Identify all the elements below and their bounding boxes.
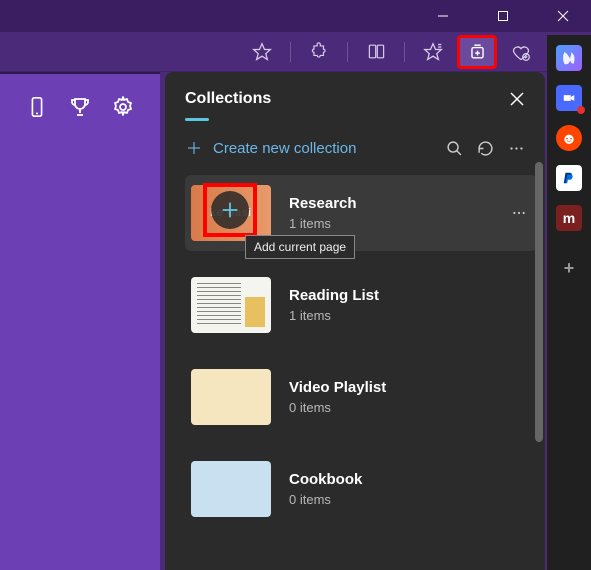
collection-title: Cookbook: [289, 471, 531, 488]
favorite-star-button[interactable]: [242, 35, 282, 69]
plus-icon: [185, 139, 203, 157]
video-call-button[interactable]: [556, 85, 582, 111]
toolbar-divider: [404, 42, 405, 62]
trophy-icon[interactable]: [67, 94, 92, 120]
reddit-shortcut[interactable]: [556, 125, 582, 151]
paypal-shortcut[interactable]: [556, 165, 582, 191]
mobile-icon[interactable]: [24, 94, 49, 120]
create-collection-button[interactable]: Create new collection: [185, 139, 356, 157]
collection-title: Reading List: [289, 287, 531, 304]
edge-sidebar: m +: [547, 35, 591, 570]
content-left-area: [0, 72, 160, 570]
collection-more-button[interactable]: [507, 201, 531, 225]
collection-item[interactable]: Reading List 1 items: [185, 267, 537, 343]
collection-title: Video Playlist: [289, 379, 531, 396]
collections-button[interactable]: [457, 35, 497, 69]
extensions-button[interactable]: [299, 35, 339, 69]
collections-list: ke easi Research 1 items Add current pag…: [165, 175, 545, 527]
scrollbar[interactable]: [535, 162, 543, 562]
window-maximize-button[interactable]: [483, 1, 523, 31]
browser-toolbar: [0, 32, 591, 72]
sidebar-add-button[interactable]: +: [556, 255, 582, 281]
collection-count: 0 items: [289, 492, 531, 507]
window-titlebar: [0, 0, 591, 32]
refresh-button[interactable]: [477, 140, 494, 157]
gear-icon[interactable]: [111, 94, 136, 120]
add-page-tooltip: Add current page: [245, 235, 355, 259]
add-current-page-button[interactable]: [211, 191, 249, 229]
panel-close-button[interactable]: [509, 91, 525, 107]
collection-count: 0 items: [289, 400, 531, 415]
browser-essentials-button[interactable]: [501, 35, 541, 69]
window-close-button[interactable]: [543, 1, 583, 31]
collection-item[interactable]: Cookbook 0 items: [185, 451, 537, 527]
collection-count: 1 items: [289, 216, 489, 231]
collection-count: 1 items: [289, 308, 531, 323]
toolbar-divider: [347, 42, 348, 62]
panel-more-button[interactable]: [508, 140, 525, 157]
collection-thumbnail: [191, 461, 271, 517]
collection-item[interactable]: Video Playlist 0 items: [185, 359, 537, 435]
collection-thumbnail: [191, 277, 271, 333]
create-collection-label: Create new collection: [213, 140, 356, 157]
split-screen-button[interactable]: [356, 35, 396, 69]
collection-thumbnail: [191, 369, 271, 425]
collection-title: Research: [289, 195, 489, 212]
search-button[interactable]: [446, 140, 463, 157]
collection-item[interactable]: ke easi Research 1 items Add current pag…: [185, 175, 537, 251]
add-page-highlight: [203, 183, 257, 237]
window-minimize-button[interactable]: [423, 1, 463, 31]
favorites-button[interactable]: [413, 35, 453, 69]
toolbar-divider: [290, 42, 291, 62]
copilot-button[interactable]: [556, 45, 582, 71]
collections-panel: Collections Create new collection ke eas…: [165, 72, 545, 570]
m-shortcut[interactable]: m: [556, 205, 582, 231]
panel-title: Collections: [185, 90, 271, 108]
